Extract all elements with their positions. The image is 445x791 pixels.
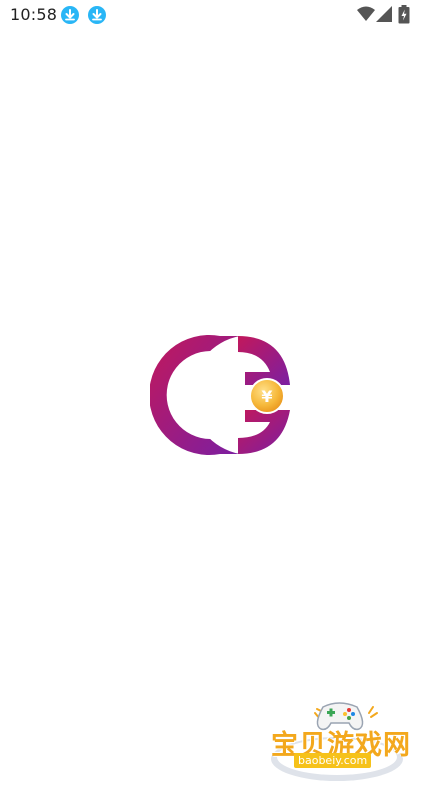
download-icon[interactable] [61, 6, 79, 24]
site-watermark: 宝贝游戏网 baobeiy.com [265, 695, 415, 787]
watermark-url: baobeiy.com [294, 753, 372, 768]
splash-screen: 10:58 ¥ 宝贝游戏网 baobeiy.com [0, 0, 445, 791]
svg-text:¥: ¥ [261, 387, 272, 406]
wifi-icon [357, 6, 375, 21]
battery-charging-icon [398, 5, 410, 24]
status-bar: 10:58 [0, 0, 445, 30]
download-icon[interactable] [88, 6, 106, 24]
cellular-signal-icon [376, 6, 392, 22]
app-logo: ¥ [150, 335, 290, 455]
status-time: 10:58 [10, 5, 58, 24]
